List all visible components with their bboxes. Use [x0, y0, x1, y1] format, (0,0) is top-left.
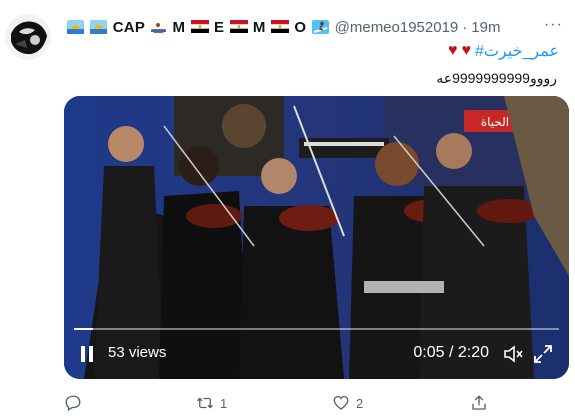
display-name-part: O	[294, 18, 307, 36]
surfer-icon	[311, 19, 329, 34]
hashtag-link[interactable]: #عمر_خيرت	[475, 41, 559, 61]
display-name-part: E	[213, 18, 225, 36]
video-frame: الحياة	[64, 96, 569, 379]
share-button[interactable]	[470, 394, 494, 412]
like-button[interactable]: 2	[332, 394, 363, 412]
like-count: 2	[356, 395, 364, 411]
video-player[interactable]: الحياة 53 views 0:05 / 2:20	[64, 96, 569, 379]
tweet-actions: 1 2	[0, 394, 575, 414]
timestamp[interactable]: 19m	[471, 19, 500, 36]
view-count: 53 views	[108, 344, 167, 361]
heart-emoji-icon: ♥	[461, 42, 471, 59]
heart-icon	[333, 395, 349, 410]
egypt-flag-icon	[190, 20, 209, 34]
egypt-flag-icon	[229, 20, 248, 34]
display-name-part: M	[172, 18, 186, 36]
tweet-header: CAP M E M O @memeo1952019 · 19m	[66, 16, 500, 38]
channel-logo: الحياة	[481, 115, 509, 129]
share-icon	[472, 395, 486, 410]
sunset-icon	[90, 19, 108, 34]
video-progress-bar[interactable]	[74, 328, 559, 330]
reply-button[interactable]	[64, 394, 88, 412]
sunset-icon	[67, 19, 84, 34]
video-progress-fill	[74, 328, 94, 330]
display-name-part: CAP	[112, 18, 145, 36]
retweet-count: 1	[220, 395, 228, 411]
avatar-image	[5, 14, 51, 60]
tweet-text-line-2: رووو9999999999عه	[436, 70, 557, 86]
heart-emoji-icon: ♥	[447, 42, 458, 59]
fullscreen-icon[interactable]	[533, 344, 553, 364]
egypt-flag-icon	[271, 20, 289, 34]
reply-icon	[65, 395, 81, 411]
mute-icon[interactable]	[503, 344, 523, 364]
video-time: 0:05 / 2:20	[413, 344, 489, 361]
display-name-part: M	[252, 18, 266, 36]
more-options-icon[interactable]: ···	[544, 16, 563, 34]
display-name[interactable]: CAP M E M O	[66, 19, 330, 36]
user-handle[interactable]: @memeo1952019	[335, 19, 459, 36]
retweet-button[interactable]: 1	[196, 394, 227, 412]
retweet-icon	[197, 397, 213, 409]
tweet-text-line-1: ♥ ♥ #عمر_خيرت	[448, 41, 559, 61]
avatar[interactable]	[5, 14, 51, 60]
separator-dot: ·	[462, 18, 468, 36]
rowboat-icon	[151, 22, 167, 33]
pause-icon[interactable]	[78, 344, 96, 364]
